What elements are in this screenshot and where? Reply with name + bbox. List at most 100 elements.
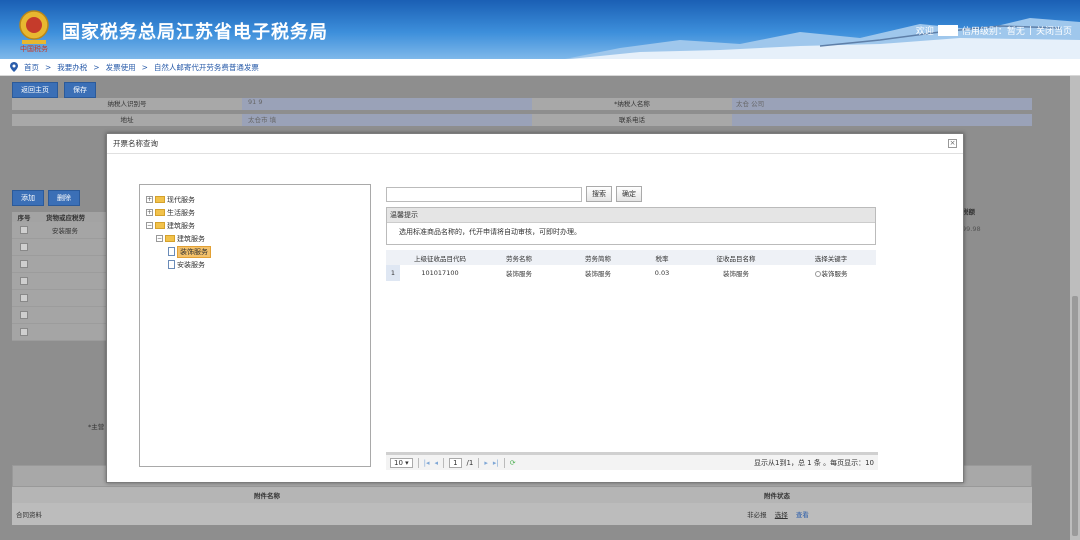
col-tax-amount: 税额 — [962, 208, 975, 216]
tips-body: 选用标准商品名称的，代开申请将自动审核，可即时办理。 — [399, 228, 581, 236]
tips-box: 温馨提示 选用标准商品名称的，代开申请将自动审核，可即时办理。 — [386, 207, 876, 245]
col-attachment-status: 附件状态 — [764, 492, 790, 500]
address-label: 地址 — [12, 114, 242, 126]
tax-amount-value: 99.98 — [962, 225, 981, 233]
tax-amount-column: 税额 99.98 — [962, 206, 1032, 233]
form-row-address: 地址 太仓市 填 联系电话 — [12, 114, 1032, 126]
phone-label: 联系电话 — [532, 114, 732, 126]
search-button[interactable]: 搜索 — [586, 186, 612, 202]
crumb-tax[interactable]: 我要办税 — [57, 62, 87, 73]
top-links: 欢迎 信用级别：暂无 | 关闭当页 — [915, 24, 1072, 37]
col-seq: 序号 — [17, 214, 31, 222]
delete-row-button[interactable]: 删除 — [48, 190, 80, 206]
row-checkbox[interactable] — [20, 311, 28, 319]
username-box — [937, 25, 958, 36]
row-checkbox[interactable] — [20, 294, 28, 302]
table-row — [12, 273, 112, 290]
save-button[interactable]: 保存 — [64, 82, 96, 98]
tree-node-modern-service[interactable]: + 现代服务 — [146, 193, 364, 206]
refresh-icon[interactable]: ⟳ — [510, 459, 516, 467]
tree-node-construction-sub[interactable]: − 建筑服务 — [146, 232, 364, 245]
page-number-input[interactable]: 1 — [449, 457, 462, 468]
dialog-titlebar: 开票名称查询 × — [107, 134, 963, 154]
crumb-sep: > — [141, 62, 148, 72]
header-banner: 中国税务 国家税务总局江苏省电子税务局 欢迎 信用级别：暂无 | 关闭当页 — [0, 0, 1080, 59]
collapse-icon[interactable]: − — [156, 235, 163, 242]
row-index: 1 — [386, 265, 400, 281]
main-business-note: *主营 — [88, 423, 105, 431]
confirm-button[interactable]: 确定 — [616, 186, 642, 202]
tree-node-decoration[interactable]: 装饰服务 — [146, 245, 364, 258]
taxpayer-id-field[interactable]: 91 9 — [242, 98, 532, 110]
crumb-current: 自然人邮寄代开劳务费普通发票 — [153, 62, 259, 72]
page-scrollbar[interactable] — [1070, 76, 1080, 540]
row-goods-value: 安装服务 — [52, 227, 78, 235]
attachment-view-link[interactable]: 查看 — [796, 511, 809, 519]
taxpayer-id-label: 纳税人识别号 — [12, 98, 242, 110]
address-field[interactable]: 太仓市 填 — [242, 114, 532, 126]
cell-rate: 0.03 — [654, 269, 670, 277]
tree-node-installation[interactable]: 安装服务 — [146, 258, 364, 271]
col-tax-rate: 税率 — [655, 254, 669, 263]
taxpayer-name-field[interactable]: 太仓 公司 — [732, 98, 1032, 110]
add-row-button[interactable]: 添加 — [12, 190, 44, 206]
breadcrumb: 首页 > 我要办税 > 发票使用 > 自然人邮寄代开劳务费普通发票 — [0, 59, 1080, 76]
cell-item: 装饰服务 — [723, 270, 749, 278]
attachment-status: 非必报 — [747, 511, 767, 519]
col-service-name: 劳务名称 — [506, 254, 532, 263]
col-service-short: 劳务简称 — [585, 254, 611, 263]
result-pane: 搜索 确定 温馨提示 选用标准商品名称的，代开申请将自动审核，可即时办理。 上级… — [386, 186, 878, 281]
next-page-icon[interactable]: ▸ — [484, 459, 488, 467]
folder-icon — [155, 196, 165, 203]
keyword-radio[interactable] — [814, 271, 821, 277]
row-checkbox[interactable] — [20, 277, 28, 285]
search-input[interactable] — [386, 186, 582, 202]
attachments-header: 附件名称 附件状态 — [12, 487, 1032, 503]
last-page-icon[interactable]: ▸| — [493, 459, 499, 467]
credit-level: 信用级别：暂无 — [961, 27, 1025, 37]
crumb-invoice[interactable]: 发票使用 — [106, 62, 136, 73]
attachment-row: 合同资料 非必报 选择 查看 — [12, 503, 1032, 525]
first-page-icon[interactable]: |◂ — [424, 459, 430, 467]
table-row — [12, 324, 112, 341]
page-total: /1 — [466, 458, 474, 467]
result-grid: 上级征收品目代码 劳务名称 劳务简称 税率 征收品目名称 选择关键字 1 101… — [386, 250, 876, 281]
scroll-thumb[interactable] — [1072, 296, 1078, 536]
row-checkbox[interactable] — [20, 226, 28, 234]
attachment-select-link[interactable]: 选择 — [775, 511, 788, 519]
close-icon[interactable]: × — [948, 139, 957, 148]
goods-table: 添加 删除 序号 货物或应税劳 安装服务 *主营 — [12, 190, 112, 431]
svg-text:中国税务: 中国税务 — [20, 44, 48, 52]
back-home-button[interactable]: 返回主页 — [12, 82, 58, 98]
toolbar: 返回主页 保存 — [12, 82, 96, 98]
cell-code: 101017100 — [421, 269, 459, 277]
row-checkbox[interactable] — [20, 243, 28, 251]
expand-icon[interactable]: + — [146, 196, 153, 203]
taxpayer-name-label: *纳税人名称 — [532, 98, 732, 110]
dialog-title: 开票名称查询 — [113, 139, 158, 148]
row-checkbox[interactable] — [20, 328, 28, 336]
attachment-name: 合同资料 — [16, 511, 42, 519]
cell-name: 装饰服务 — [506, 270, 532, 278]
phone-field[interactable] — [732, 114, 1032, 126]
file-icon — [168, 247, 175, 256]
table-row: 安装服务 — [12, 222, 112, 239]
crumb-home[interactable]: 首页 — [24, 62, 39, 73]
collapse-icon[interactable]: − — [146, 222, 153, 229]
page-size-select[interactable]: 10 ▾ — [390, 457, 413, 468]
cell-short: 装饰服务 — [585, 270, 611, 278]
search-bar: 搜索 确定 — [386, 186, 878, 202]
tree-node-construction[interactable]: − 建筑服务 — [146, 219, 364, 232]
grid-header: 上级征收品目代码 劳务名称 劳务简称 税率 征收品目名称 选择关键字 — [386, 250, 876, 265]
row-checkbox[interactable] — [20, 260, 28, 268]
close-page-link[interactable]: 关闭当页 — [1036, 24, 1072, 37]
col-goods: 货物或应税劳 — [46, 214, 85, 222]
grid-row[interactable]: 1 101017100 装饰服务 装饰服务 0.03 装饰服务 装饰服务 — [386, 265, 876, 281]
pager-info: 显示从1到1，总 1 条 。每页显示：10 — [754, 458, 874, 467]
prev-page-icon[interactable]: ◂ — [435, 459, 439, 467]
table-row — [12, 290, 112, 307]
tree-node-life-service[interactable]: + 生活服务 — [146, 206, 364, 219]
table-row — [12, 307, 112, 324]
expand-icon[interactable]: + — [146, 209, 153, 216]
category-tree: + 现代服务 + 生活服务 − 建筑服务 − 建筑服务 装饰服务 安装服务 — [139, 184, 371, 467]
